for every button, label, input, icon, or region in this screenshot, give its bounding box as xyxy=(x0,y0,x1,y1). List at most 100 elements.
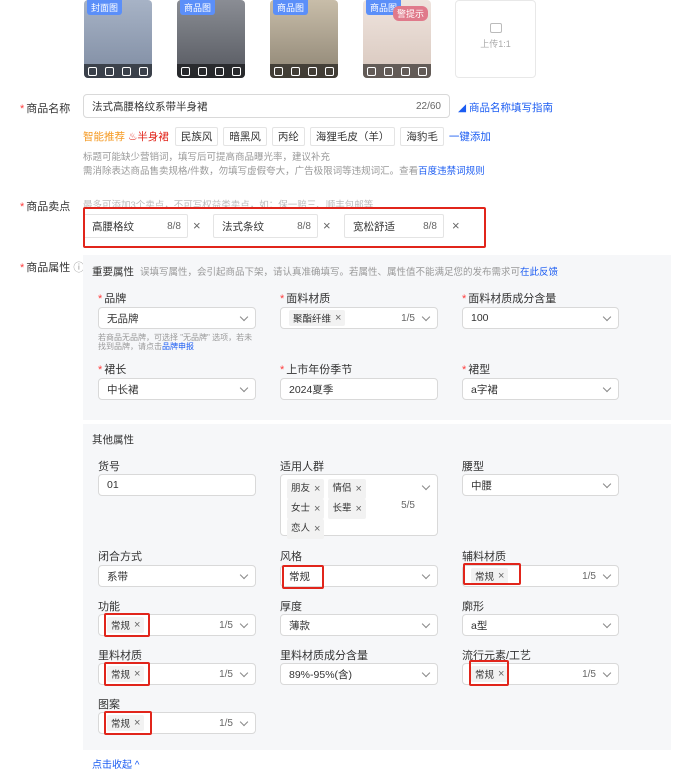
recommend-hot-tag[interactable]: ♨半身裙 xyxy=(128,129,169,144)
feedback-link[interactable]: 在此反馈 xyxy=(520,267,558,278)
skirt-length-select[interactable]: 中长裙 xyxy=(98,378,256,400)
season-select[interactable]: 2024夏季 xyxy=(280,378,438,400)
chevron-down-icon xyxy=(602,479,612,489)
brand-select[interactable]: 无品牌 xyxy=(98,307,256,329)
close-icon[interactable]: × xyxy=(355,500,361,518)
zoom-icon[interactable] xyxy=(198,66,207,76)
guide-icon: ◢ xyxy=(458,102,467,114)
recommend-tag[interactable]: 暗黑风 xyxy=(223,127,267,146)
crop-icon[interactable] xyxy=(367,66,376,76)
silhouette-label: 廓形 xyxy=(462,601,484,613)
other-attributes-panel xyxy=(83,424,671,750)
add-all-button[interactable]: 一键添加 xyxy=(449,129,491,144)
chevron-down-icon xyxy=(239,619,249,629)
product-image-3[interactable]: 商品图 xyxy=(270,0,338,78)
zoom-icon[interactable] xyxy=(291,66,300,76)
skirt-length-label: * 裙长 xyxy=(98,364,127,376)
chevron-down-icon xyxy=(421,570,431,580)
close-icon[interactable]: × xyxy=(314,480,320,498)
lining-pct-label: 里料材质成分含量 xyxy=(280,650,368,662)
crowd-chip[interactable]: 长辈 × xyxy=(328,499,366,519)
title-guide-link[interactable]: ◢ 商品名称填写指南 xyxy=(458,100,553,115)
chevron-down-icon xyxy=(421,619,431,629)
upload-icon[interactable] xyxy=(122,66,131,76)
crowd-label: 适用人群 xyxy=(280,461,324,473)
lining-count: 1/5 xyxy=(219,668,233,680)
close-icon[interactable]: × xyxy=(314,500,320,518)
zoom-icon[interactable] xyxy=(384,66,393,76)
highlight-box xyxy=(463,563,521,585)
fabric-pct-label: * 面料材质成分含量 xyxy=(462,293,557,305)
item-no-input[interactable]: 01 xyxy=(98,474,256,496)
chevron-down-icon xyxy=(421,668,431,678)
smart-recommend-label: 智能推荐 xyxy=(83,131,125,143)
crop-icon[interactable] xyxy=(181,66,190,76)
season-label: * 上市年份季节 xyxy=(280,364,353,376)
crop-icon[interactable] xyxy=(88,66,97,76)
close-icon[interactable]: × xyxy=(355,480,361,498)
chevron-down-icon xyxy=(602,619,612,629)
forbidden-words-link[interactable]: 百度违禁词规则 xyxy=(418,166,485,177)
image-toolbar[interactable] xyxy=(270,64,338,78)
silhouette-select[interactable]: a型 xyxy=(462,614,619,636)
image-toolbar[interactable] xyxy=(177,64,245,78)
upload-image-button[interactable]: 上传1:1 xyxy=(455,0,536,78)
recommend-tag[interactable]: 海豹毛 xyxy=(400,127,444,146)
image-toolbar[interactable] xyxy=(363,64,431,78)
product-image-2[interactable]: 商品图 xyxy=(177,0,245,78)
crowd-chip[interactable]: 朋友 × xyxy=(287,479,325,499)
title-field-label: * 商品名称 xyxy=(20,103,71,115)
chevron-down-icon xyxy=(602,383,612,393)
image-toolbar[interactable] xyxy=(84,64,152,78)
selling-points-label: * 商品卖点 xyxy=(20,201,71,213)
closure-select[interactable]: 系带 xyxy=(98,565,256,587)
crowd-count: 5/5 xyxy=(401,500,415,511)
brand-apply-link[interactable]: 品牌申报 xyxy=(162,342,194,351)
product-image-cover[interactable]: 封面图 xyxy=(84,0,152,78)
collapse-link[interactable]: 点击收起 ^ xyxy=(92,756,139,771)
upload-icon[interactable] xyxy=(215,66,224,76)
delete-icon[interactable] xyxy=(232,66,241,76)
fabric-chip[interactable]: 聚酯纤维 × xyxy=(289,310,346,326)
fabric-pct-select[interactable]: 100 xyxy=(462,307,619,329)
crowd-chip[interactable]: 女士 × xyxy=(287,499,325,519)
recommend-tag[interactable]: 海狸毛皮（羊） xyxy=(309,127,396,146)
waist-select[interactable]: 中腰 xyxy=(462,474,619,496)
crowd-multiselect[interactable]: 朋友 × 情侣 × 女士 × 长辈 × 恋人 × 5/5 xyxy=(280,474,438,539)
close-icon[interactable]: × xyxy=(314,520,320,538)
crowd-chip[interactable]: 情侣 × xyxy=(328,479,366,499)
upload-icon[interactable] xyxy=(308,66,317,76)
skirt-type-select[interactable]: a字裙 xyxy=(462,378,619,400)
chevron-down-icon xyxy=(602,570,612,580)
highlight-box xyxy=(83,207,486,248)
pattern-count: 1/5 xyxy=(219,717,233,729)
crowd-chip[interactable]: 恋人 × xyxy=(287,519,325,539)
thickness-label: 厚度 xyxy=(280,601,302,613)
delete-icon[interactable] xyxy=(139,66,148,76)
zoom-icon[interactable] xyxy=(105,66,114,76)
function-count: 1/5 xyxy=(219,619,233,631)
product-image-4[interactable]: 商品图 警提示 xyxy=(363,0,431,78)
upload-icon[interactable] xyxy=(401,66,410,76)
chevron-down-icon xyxy=(239,383,249,393)
thickness-select[interactable]: 薄款 xyxy=(280,614,438,636)
delete-icon[interactable] xyxy=(418,66,427,76)
recommend-tag[interactable]: 丙纶 xyxy=(271,127,305,146)
trend-count: 1/5 xyxy=(582,668,596,680)
fabric-multiselect[interactable]: 聚酯纤维 × 1/5 xyxy=(280,307,438,329)
function-label: 功能 xyxy=(98,601,120,613)
close-icon[interactable]: × xyxy=(335,312,341,324)
recommend-tag[interactable]: 民族风 xyxy=(174,127,219,146)
delete-icon[interactable] xyxy=(325,66,334,76)
image-banner: 警提示 xyxy=(393,6,429,21)
highlight-box xyxy=(104,613,150,637)
style-label: 风格 xyxy=(280,551,302,563)
pattern-label: 图案 xyxy=(98,699,120,711)
lining-label: 里料材质 xyxy=(98,650,142,662)
chevron-down-icon xyxy=(239,570,249,580)
title-input[interactable]: 法式高腰格纹系带半身裙 22/60 xyxy=(83,94,450,118)
upload-label: 上传1:1 xyxy=(480,39,511,49)
crop-icon[interactable] xyxy=(274,66,283,76)
highlight-box xyxy=(469,660,509,686)
lining-pct-select[interactable]: 89%-95%(含) xyxy=(280,663,438,685)
